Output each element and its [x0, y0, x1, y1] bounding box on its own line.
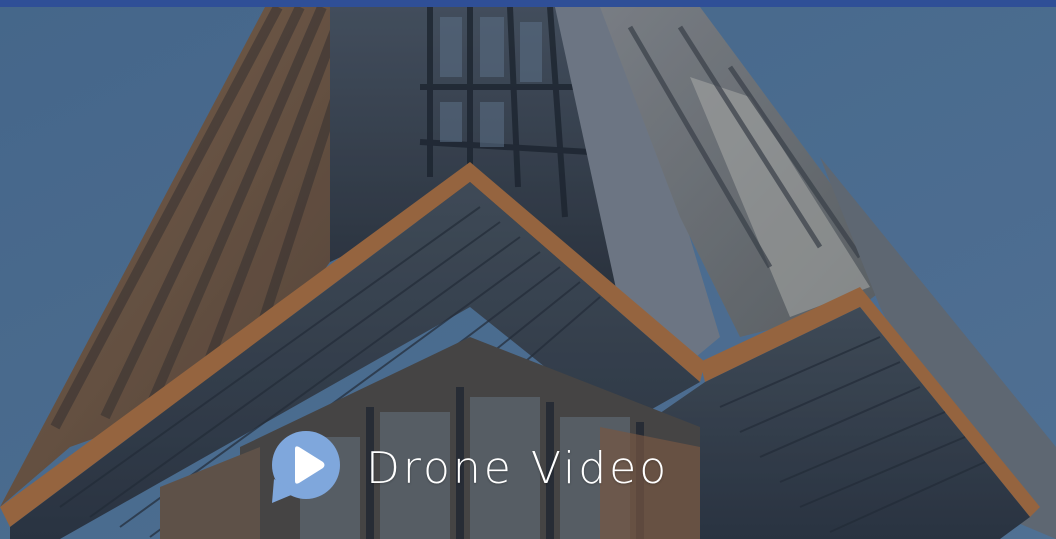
- top-accent-bar: [0, 0, 1056, 7]
- play-chat-bubble-icon[interactable]: [268, 429, 348, 509]
- page: Drone Video: [0, 0, 1056, 539]
- drone-video-label[interactable]: Drone Video: [366, 447, 669, 491]
- drone-video-link[interactable]: Drone Video: [268, 431, 669, 505]
